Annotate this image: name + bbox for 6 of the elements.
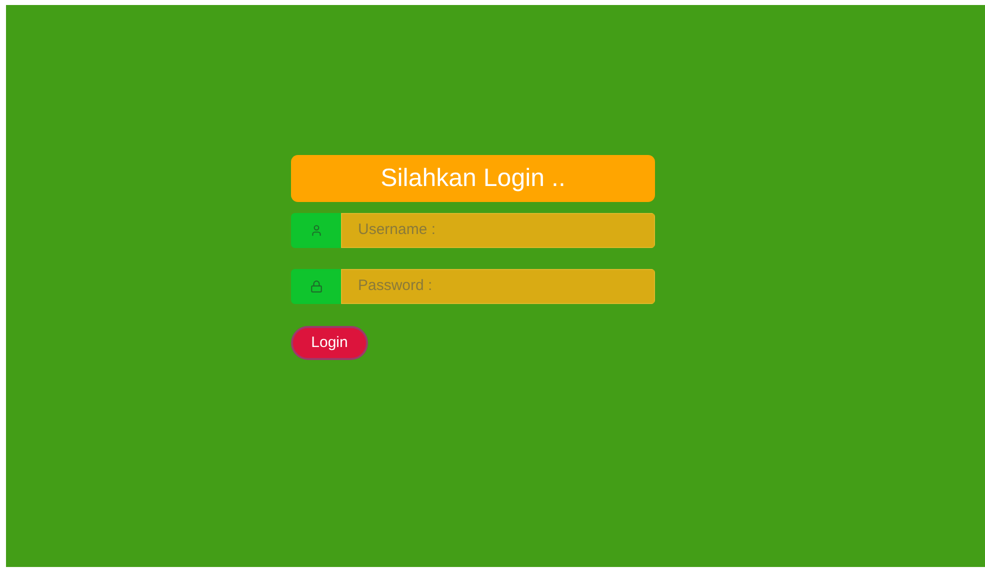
login-button[interactable]: Login: [291, 326, 368, 360]
password-field[interactable]: Password :: [341, 269, 655, 304]
user-icon: [310, 224, 322, 237]
username-field[interactable]: Username :: [341, 213, 655, 248]
login-title: Silahkan Login ..: [291, 155, 655, 202]
lock-icon: [310, 280, 322, 293]
